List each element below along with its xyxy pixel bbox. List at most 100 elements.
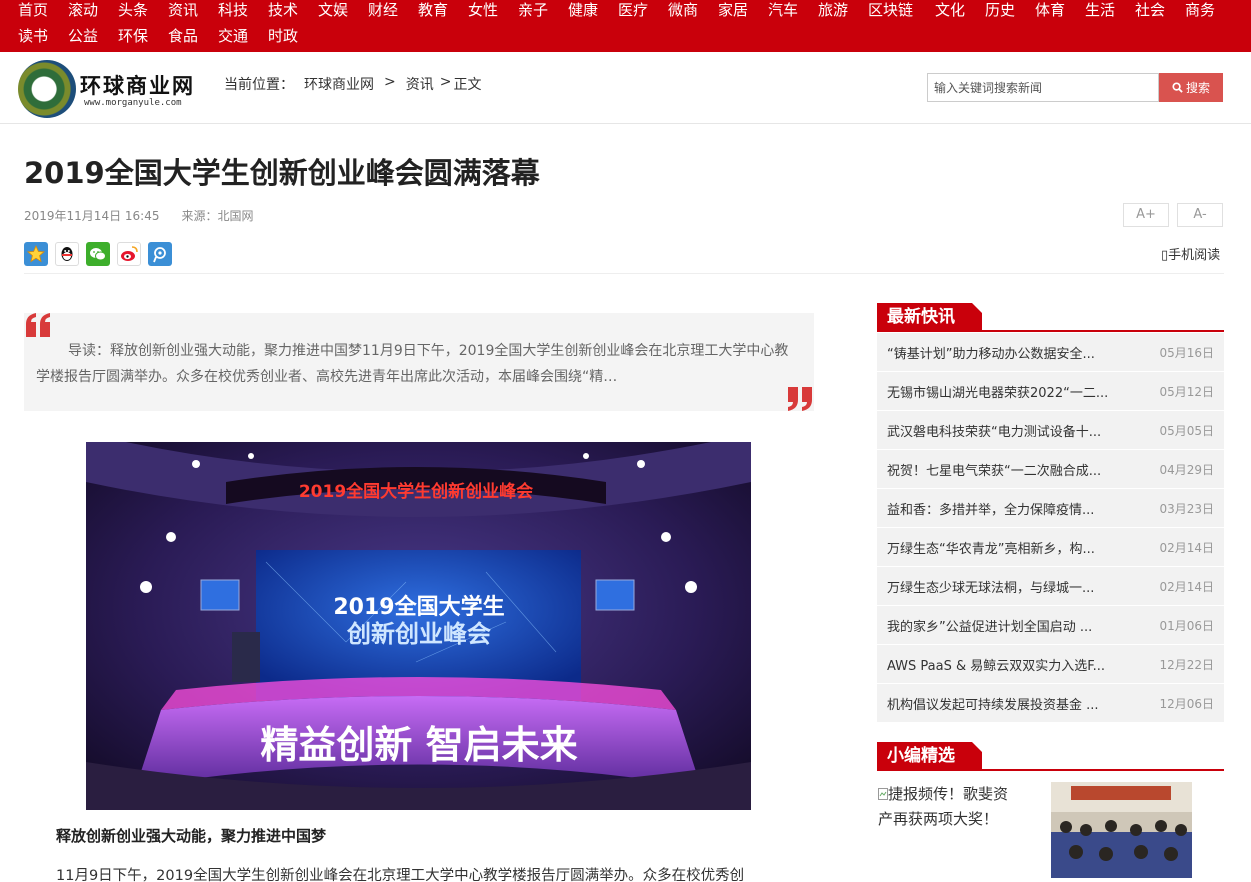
news-date: 01月06日 [1159,618,1214,633]
pick-link[interactable]: 捷报频传！歌斐资产再获两项大奖！ [878,782,1018,832]
news-date: 04月29日 [1159,462,1214,477]
breadcrumb-home[interactable]: 环球商业网 [304,74,374,94]
font-larger-button[interactable]: A+ [1123,203,1169,227]
pick-title: 捷报频传！歌斐资产再获两项大奖！ [878,785,1009,828]
news-list-item[interactable]: “铸基计划”助力移动办公数据安全... 05月16日 [877,333,1224,372]
divider [24,273,1224,274]
nav-item[interactable]: 科技 [218,0,251,22]
summary-text: 导读：释放创新创业强大动能，聚力推进中国梦11月9日下午，2019全国大学生创新… [36,343,789,385]
news-list-item[interactable]: 万绿生态“华农青龙”亮相新乡，构... 02月14日 [877,528,1224,567]
nav-item[interactable]: 医疗 [618,0,651,22]
latest-news-header: 最新快讯 [877,303,1224,332]
header-corner [972,303,982,313]
article-summary: 导读：释放创新创业强大动能，聚力推进中国梦11月9日下午，2019全国大学生创新… [24,313,814,411]
nav-item[interactable]: 亲子 [518,0,551,22]
font-smaller-button[interactable]: A- [1177,203,1223,227]
photo-screen-line-1: 2019全国大学生 [333,594,504,620]
tencent-weibo-icon[interactable] [148,242,172,266]
search-input[interactable] [927,73,1159,102]
nav-item[interactable]: 文娱 [318,0,351,22]
nav-item[interactable]: 时政 [268,26,301,48]
nav-item[interactable]: 历史 [985,0,1018,22]
breadcrumb-section[interactable]: 资讯 [406,74,434,94]
nav-item[interactable]: 教育 [418,0,451,22]
article-date: 2019年11月14日 16:45 [24,209,160,223]
news-date: 02月14日 [1159,579,1214,594]
news-title[interactable]: 祝贺！七星电气荣获“一二次融合成... [887,460,1127,479]
breadcrumb-separator: > [439,74,452,90]
search-box: 搜索 [927,73,1224,102]
top-nav-row-2: 读书 公益 环保 食品 交通 时政 [18,26,318,48]
news-list-item[interactable]: 万绿生态少球无球法桐，与绿城一... 02月14日 [877,567,1224,606]
nav-item[interactable]: 文化 [935,0,968,22]
news-date: 05月16日 [1159,345,1214,360]
editor-picks-header: 小编精选 [877,742,1224,771]
nav-item[interactable]: 食品 [168,26,201,48]
broken-image-icon [878,788,888,800]
news-list-item[interactable]: 机构倡议发起可持续发展投资基金 ... 12月06日 [877,684,1224,723]
weibo-icon[interactable] [117,242,141,266]
news-title[interactable]: “铸基计划”助力移动办公数据安全... [887,343,1127,362]
nav-item[interactable]: 汽车 [768,0,801,22]
breadcrumb-current: 正文 [453,77,482,93]
article-paragraph: 11月9日下午，2019全国大学生创新创业峰会在北京理工大学中心教学楼报告厅圆满… [56,868,745,882]
nav-item[interactable]: 头条 [118,0,151,22]
site-logo[interactable]: 环球商业网 www.morganyule.com [18,58,208,118]
nav-item[interactable]: 交通 [218,26,251,48]
nav-item[interactable]: 旅游 [818,0,851,22]
nav-item[interactable]: 家居 [718,0,751,22]
news-title[interactable]: 益和香：多措并举，全力保障疫情... [887,499,1127,518]
nav-item[interactable]: 环保 [118,26,151,48]
nav-item[interactable]: 读书 [18,26,51,48]
news-date: 02月14日 [1159,540,1214,555]
logo-url: www.morganyule.com [84,98,182,108]
article-source: 来源：北国网 [181,209,254,223]
nav-item[interactable]: 财经 [368,0,401,22]
nav-item[interactable]: 女性 [468,0,501,22]
close-quote-icon [788,387,812,411]
nav-item[interactable]: 微商 [668,0,701,22]
news-title[interactable]: AWS PaaS & 易鲸云双双实力入选F... [887,655,1127,674]
news-title[interactable]: 我的家乡”公益促进计划全国启动 ... [887,616,1127,635]
logo-emblem [18,60,76,118]
news-title[interactable]: 武汉磐电科技荣获“电力测试设备十... [887,421,1127,440]
favorite-icon[interactable] [24,242,48,266]
article-title: 2019全国大学生创新创业峰会圆满落幕 [24,156,540,190]
qq-icon[interactable] [55,242,79,266]
search-button[interactable]: 搜索 [1159,73,1223,102]
top-nav: 首页 滚动 头条 资讯 科技 技术 文娱 财经 教育 女性 亲子 健康 医疗 微商 家居 汽车 旅游 区块链 文化历… [0,0,1251,52]
nav-item[interactable]: 健康 [568,0,601,22]
news-date: 05月12日 [1159,384,1214,399]
mobile-read-link[interactable]: ▯手机阅读 [1161,244,1220,263]
news-title[interactable]: 机构倡议发起可持续发展投资基金 ... [887,694,1127,713]
nav-item[interactable]: 生活 [1085,0,1118,22]
news-list-item[interactable]: 我的家乡”公益促进计划全国启动 ... 01月06日 [877,606,1224,645]
breadcrumb-label: 当前位置： [224,77,294,93]
nav-item[interactable]: 技术 [268,0,301,22]
wechat-icon[interactable] [86,242,110,266]
news-date: 03月23日 [1159,501,1214,516]
breadcrumb: 当前位置： 环球商业网 > 资讯 > 正文 [224,74,491,94]
share-bar [24,242,179,266]
news-list-item[interactable]: AWS PaaS & 易鲸云双双实力入选F... 12月22日 [877,645,1224,684]
nav-item[interactable]: 体育 [1035,0,1068,22]
news-title[interactable]: 无锡市锡山湖光电器荣获2022“一二... [887,382,1127,401]
nav-item[interactable]: 社会 [1135,0,1168,22]
pick-thumbnail[interactable] [1051,782,1192,878]
latest-news-list: “铸基计划”助力移动办公数据安全... 05月16日无锡市锡山湖光电器荣获2022… [877,333,1224,723]
nav-item[interactable]: 区块链 [868,0,918,22]
news-title[interactable]: 万绿生态“华农青龙”亮相新乡，构... [887,538,1127,557]
nav-item[interactable]: 滚动 [68,0,101,22]
news-title[interactable]: 万绿生态少球无球法桐，与绿城一... [887,577,1127,596]
news-list-item[interactable]: 益和香：多措并举，全力保障疫情... 03月23日 [877,489,1224,528]
nav-item[interactable]: 首页 [18,0,51,22]
news-list-item[interactable]: 无锡市锡山湖光电器荣获2022“一二... 05月12日 [877,372,1224,411]
nav-item[interactable]: 公益 [68,26,101,48]
news-list-item[interactable]: 祝贺！七星电气荣获“一二次融合成... 04月29日 [877,450,1224,489]
news-date: 12月06日 [1159,696,1214,711]
article-photo: 2019全国大学生创新创业峰会 2019全国大学生 创新创业峰会 精益创新 智启… [86,442,751,810]
nav-item[interactable]: 商务 [1185,0,1218,22]
search-button-label: 搜索 [1185,81,1210,95]
news-list-item[interactable]: 武汉磐电科技荣获“电力测试设备十... 05月05日 [877,411,1224,450]
nav-item[interactable]: 资讯 [168,0,201,22]
